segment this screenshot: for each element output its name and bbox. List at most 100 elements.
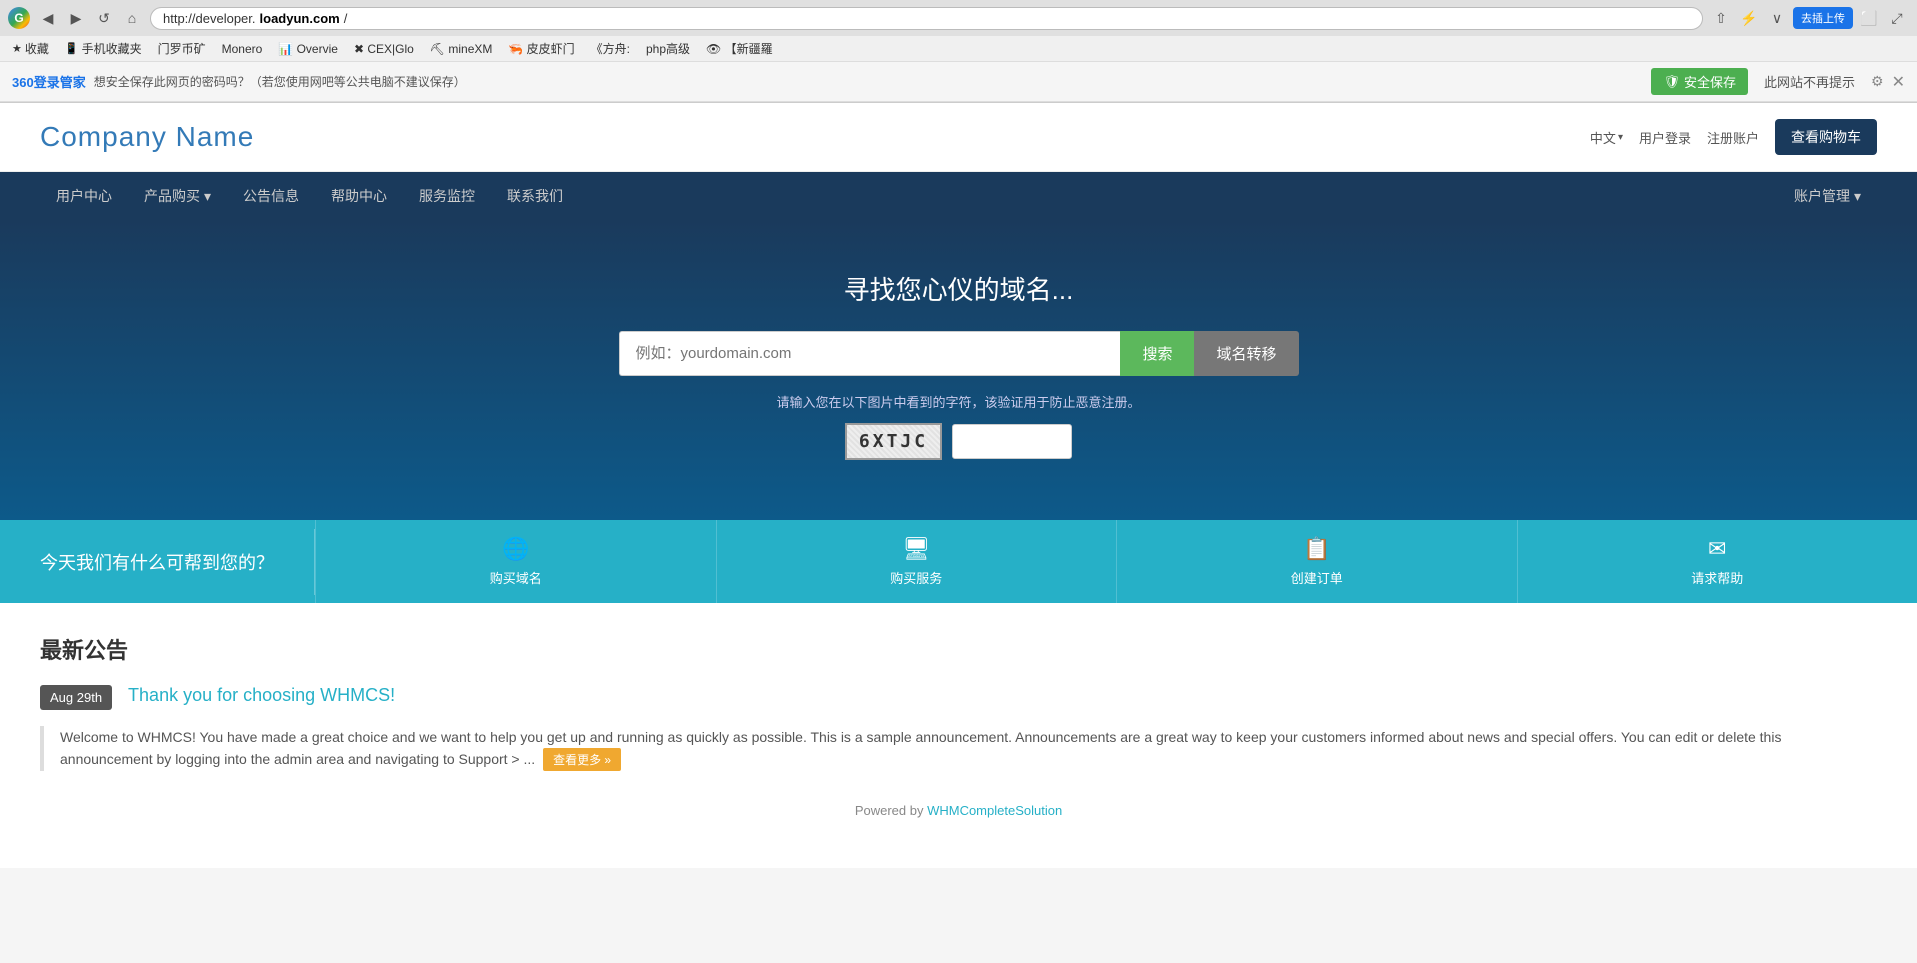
resize-icon[interactable]: ⤢ xyxy=(1885,6,1909,30)
bookmark-label: 手机收藏夹 xyxy=(82,40,142,57)
bookmarks-bar: ★ 收藏 📱 手机收藏夹 门罗币矿 Monero 📊 Overvie ✖ CEX… xyxy=(0,36,1917,62)
bookmark-item-overview[interactable]: 📊 Overvie xyxy=(274,40,342,58)
url-domain: loadyun.com xyxy=(260,11,340,26)
bookmark-label: 门罗币矿 xyxy=(158,40,206,57)
bookmark-item-mobile[interactable]: 📱 手机收藏夹 xyxy=(61,38,146,59)
announcement-text: Welcome to WHMCS! You have made a great … xyxy=(60,729,1781,767)
back-button[interactable]: ◀ xyxy=(36,6,60,30)
captcha-instruction: 请输入您在以下图片中看到的字符，该验证用于防止恶意注册。 xyxy=(20,392,1897,411)
domain-search-input[interactable] xyxy=(619,331,1121,376)
password-save-bar: 360登录管家 想安全保存此网页的密码吗？（若您使用网吧等公共电脑不建议保存） … xyxy=(0,62,1917,102)
nav-item-announcements[interactable]: 公告信息 xyxy=(227,172,315,220)
chevron-down-icon: ▾ xyxy=(1854,188,1861,205)
mobile-icon: 📱 xyxy=(65,42,79,55)
cart-button[interactable]: 查看购物车 xyxy=(1775,119,1877,155)
domain-search-row: 搜索 域名转移 xyxy=(619,331,1299,376)
settings-icon[interactable]: ⚙ xyxy=(1871,73,1884,90)
bookmark-item-favorites[interactable]: ★ 收藏 xyxy=(8,38,53,59)
no-remind-button[interactable]: 此网站不再提示 xyxy=(1756,68,1863,95)
service-item-create-order[interactable]: 📋 创建订单 xyxy=(1116,520,1517,603)
chevron-down-icon: ▾ xyxy=(204,188,211,205)
password-save-text: 想安全保存此网页的密码吗？（若您使用网吧等公共电脑不建议保存） xyxy=(94,73,1644,90)
bookmark-item-monero-mine[interactable]: 门罗币矿 xyxy=(154,38,210,59)
safe-save-button[interactable]: 🛡 安全保存 xyxy=(1651,68,1748,95)
password-manager-label: 360登录管家 xyxy=(12,72,86,91)
share-icon[interactable]: ⇧ xyxy=(1709,6,1733,30)
nav-item-account[interactable]: 账户管理 ▾ xyxy=(1778,172,1877,220)
read-more-button[interactable]: 查看更多 » xyxy=(543,748,621,771)
bookmark-label: 📊 Overvie xyxy=(278,42,338,56)
browser-nav-buttons: ◀ ▶ ↺ ⌂ xyxy=(36,6,144,30)
announcement-title-link[interactable]: Thank you for choosing WHMCS! xyxy=(128,685,395,706)
captcha-image: 6XTJC xyxy=(845,423,942,460)
bookmark-item-php[interactable]: php高级 xyxy=(642,38,694,59)
nav-item-user-center[interactable]: 用户中心 xyxy=(40,172,128,220)
service-label: 购买域名 xyxy=(490,568,542,587)
transfer-button[interactable]: 域名转移 xyxy=(1194,331,1298,376)
url-suffix: / xyxy=(344,11,348,26)
service-items: 🌐 购买域名 🖥 购买服务 📋 创建订单 ✉ 请求帮助 xyxy=(315,520,1917,603)
service-item-buy-domain[interactable]: 🌐 购买域名 xyxy=(315,520,716,603)
bookmark-item-ark[interactable]: 《方舟: xyxy=(587,38,634,59)
bookmark-label: ⛏ mineXM xyxy=(430,42,493,56)
bookmark-item-cex[interactable]: ✖ CEX|Glo xyxy=(350,40,418,58)
bookmark-label: 《方舟: xyxy=(591,40,630,57)
main-navigation: 用户中心 产品购买 ▾ 公告信息 帮助中心 服务监控 联系我们 账户管理 ▾ xyxy=(0,172,1917,220)
globe-icon: 🌐 xyxy=(502,536,529,562)
clipboard-icon: 📋 xyxy=(1303,536,1330,562)
nav-item-monitor[interactable]: 服务监控 xyxy=(403,172,491,220)
shield-icon: 🛡 xyxy=(1663,74,1680,90)
captcha-input[interactable] xyxy=(952,424,1072,459)
screen-icon[interactable]: ⬜ xyxy=(1857,6,1881,30)
search-button[interactable]: 搜索 xyxy=(1120,331,1194,376)
register-link[interactable]: 注册账户 xyxy=(1707,128,1759,147)
service-item-request-help[interactable]: ✉ 请求帮助 xyxy=(1517,520,1917,603)
bookmark-item-monero[interactable]: Monero xyxy=(218,40,267,58)
language-button[interactable]: 中文 ▾ xyxy=(1590,128,1623,147)
address-bar[interactable]: http://developer. loadyun.com / xyxy=(150,7,1703,30)
powered-by-link[interactable]: WHMCompleteSolution xyxy=(927,803,1062,818)
announcements-section: 最新公告 Aug 29th Thank you for choosing WHM… xyxy=(0,603,1917,868)
hero-section: 寻找您心仪的域名... 搜索 域名转移 请输入您在以下图片中看到的字符，该验证用… xyxy=(0,220,1917,520)
bookmark-item-news[interactable]: 👁 【新疆羅 xyxy=(702,38,777,59)
bookmark-label: 🦐 皮皮虾门 xyxy=(508,40,574,57)
hero-title: 寻找您心仪的域名... xyxy=(20,270,1897,307)
browser-chrome: G ◀ ▶ ↺ ⌂ http://developer.loadyun.com/ … xyxy=(0,0,1917,103)
more-icon[interactable]: ∨ xyxy=(1765,6,1789,30)
website-content: Company Name 中文 ▾ 用户登录 注册账户 查看购物车 用户中心 产… xyxy=(0,103,1917,868)
service-bar-label: 今天我们有什么可帮到您的？ xyxy=(0,529,315,595)
header-right: 中文 ▾ 用户登录 注册账户 查看购物车 xyxy=(1590,119,1877,155)
lightning-icon[interactable]: ⚡ xyxy=(1737,6,1761,30)
forward-button[interactable]: ▶ xyxy=(64,6,88,30)
bookmark-label: php高级 xyxy=(646,40,690,57)
home-button[interactable]: ⌂ xyxy=(120,6,144,30)
browser-top-bar: G ◀ ▶ ↺ ⌂ http://developer.loadyun.com/ … xyxy=(0,0,1917,36)
nav-item-products[interactable]: 产品购买 ▾ xyxy=(128,172,227,220)
save-btn-label: 安全保存 xyxy=(1684,72,1736,91)
envelope-icon: ✉ xyxy=(1708,536,1726,562)
browser-right-actions: ⇧ ⚡ ∨ 去插上传 ⬜ ⤢ xyxy=(1709,6,1909,30)
close-bar-button[interactable]: ✕ xyxy=(1892,72,1905,92)
announcement-body: Welcome to WHMCS! You have made a great … xyxy=(40,726,1877,771)
language-label: 中文 xyxy=(1590,128,1616,147)
nav-item-label: 账户管理 xyxy=(1794,186,1850,206)
captcha-row: 6XTJC xyxy=(20,423,1897,460)
powered-by-text: Powered by xyxy=(855,803,927,818)
service-label: 购买服务 xyxy=(890,568,942,587)
bookmark-item-pipa[interactable]: 🦐 皮皮虾门 xyxy=(504,38,578,59)
nav-item-contact[interactable]: 联系我们 xyxy=(491,172,579,220)
service-label: 创建订单 xyxy=(1291,568,1343,587)
bookmark-item-minexm[interactable]: ⛏ mineXM xyxy=(426,40,497,58)
url-prefix: http://developer. xyxy=(163,11,256,26)
star-icon: ★ xyxy=(12,42,22,55)
nav-item-help[interactable]: 帮助中心 xyxy=(315,172,403,220)
browser-logo: G xyxy=(8,7,30,29)
bookmark-label: Monero xyxy=(222,42,263,56)
login-link[interactable]: 用户登录 xyxy=(1639,128,1691,147)
service-item-buy-service[interactable]: 🖥 购买服务 xyxy=(716,520,1117,603)
reload-button[interactable]: ↺ xyxy=(92,6,116,30)
server-icon: 🖥 xyxy=(902,536,930,562)
powered-by: Powered by WHMCompleteSolution xyxy=(40,783,1877,838)
service-label: 请求帮助 xyxy=(1691,568,1743,587)
ext-button[interactable]: 去插上传 xyxy=(1793,7,1853,29)
